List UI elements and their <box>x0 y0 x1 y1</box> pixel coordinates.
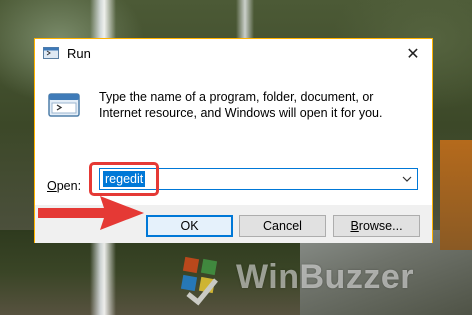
ok-button[interactable]: OK <box>146 215 233 237</box>
dialog-body: Type the name of a program, folder, docu… <box>35 68 432 205</box>
browse-label-rest: rowse... <box>358 219 403 233</box>
cancel-button[interactable]: Cancel <box>239 215 326 237</box>
browse-button[interactable]: Browse... <box>333 215 420 237</box>
red-arrow-icon <box>38 196 144 230</box>
watermark: WinBuzzer <box>170 248 470 312</box>
open-label: Open: <box>47 179 81 193</box>
dialog-title: Run <box>67 46 91 61</box>
watermark-text: WinBuzzer <box>236 258 414 296</box>
highlight-box <box>89 162 159 196</box>
winbuzzer-logo-icon <box>180 256 218 306</box>
open-label-mnemonic: O <box>47 179 57 193</box>
browse-mnemonic: B <box>350 219 359 233</box>
chevron-down-icon[interactable] <box>401 172 413 186</box>
title-bar[interactable]: Run ✕ <box>35 39 432 68</box>
open-label-rest: pen: <box>56 179 82 193</box>
run-large-icon <box>48 93 80 117</box>
close-icon: ✕ <box>406 45 420 63</box>
wallpaper-autumn-tree <box>440 140 472 250</box>
close-button[interactable]: ✕ <box>394 39 432 68</box>
run-app-icon <box>43 47 59 59</box>
dialog-description: Type the name of a program, folder, docu… <box>99 90 383 120</box>
